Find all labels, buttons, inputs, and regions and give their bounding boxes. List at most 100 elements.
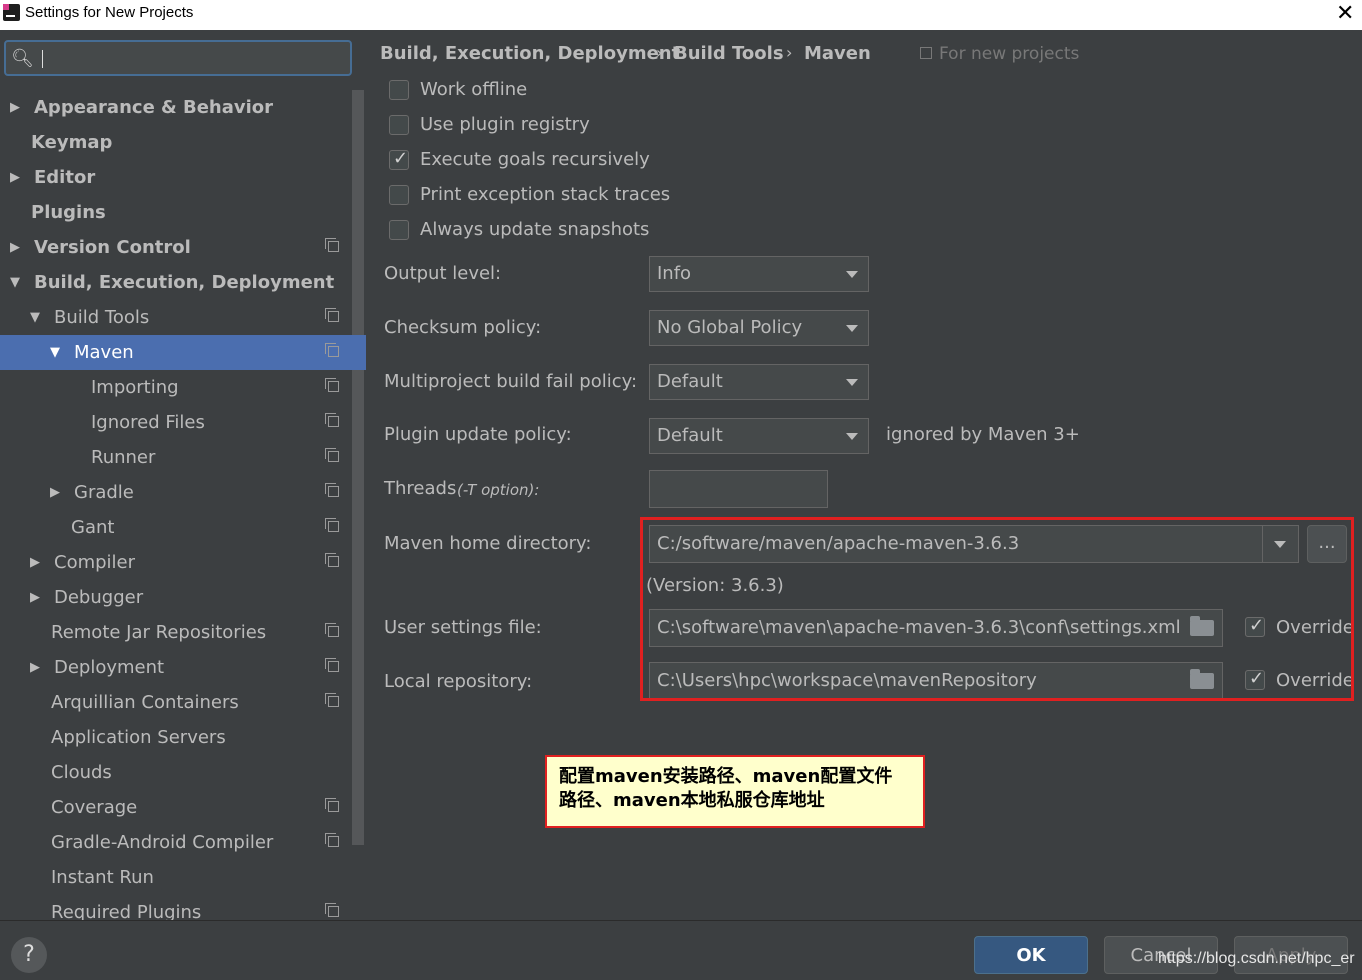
project-scope-icon <box>325 518 339 532</box>
sidebar-item-clouds[interactable]: Clouds <box>0 755 350 790</box>
project-scope-icon <box>325 343 339 357</box>
sidebar-item-application-servers[interactable]: Application Servers <box>0 720 350 755</box>
multiproject-fail-policy-value: Default <box>657 371 723 392</box>
output-level-select[interactable]: Info <box>649 256 869 292</box>
maven-home-label: Maven home directory: <box>384 533 592 554</box>
sidebar-item-label: Required Plugins <box>51 902 202 920</box>
sidebar-item-label: Importing <box>91 377 179 398</box>
sidebar-item-instant-run[interactable]: Instant Run <box>0 860 350 895</box>
ok-button[interactable]: OK <box>974 936 1088 974</box>
chevron-down-icon <box>846 379 858 386</box>
sidebar-item-editor[interactable]: ▶ Editor <box>0 160 350 195</box>
always-update-snapshots-label: Always update snapshots <box>420 219 650 240</box>
sidebar-item-label: Compiler <box>54 552 136 573</box>
collapsed-arrow-icon[interactable]: ▶ <box>30 545 40 580</box>
annotation-line-1: 配置maven安装路径、maven配置文件 <box>559 766 893 787</box>
collapsed-arrow-icon[interactable]: ▶ <box>30 580 40 615</box>
expanded-arrow-icon[interactable]: ▼ <box>30 300 40 335</box>
chevron-down-icon <box>846 271 858 278</box>
checksum-policy-select[interactable]: No Global Policy <box>649 310 869 346</box>
highlight-box <box>640 517 1354 701</box>
threads-input[interactable] <box>649 470 828 508</box>
work-offline-checkbox[interactable] <box>389 80 409 100</box>
sidebar-item-gradle[interactable]: ▶ Gradle <box>0 475 350 510</box>
sidebar-item-gant[interactable]: Gant <box>0 510 350 545</box>
close-icon[interactable]: ✕ <box>1336 0 1354 28</box>
plugin-update-policy-value: Default <box>657 425 723 446</box>
plugin-update-policy-select[interactable]: Default <box>649 418 869 454</box>
multiproject-fail-policy-select[interactable]: Default <box>649 364 869 400</box>
sidebar-item-required-plugins[interactable]: Required Plugins <box>0 895 350 920</box>
sidebar-item-label: Debugger <box>54 587 144 608</box>
sidebar-item-label: Coverage <box>51 797 138 818</box>
threads-label: Threads <box>384 478 457 499</box>
sidebar-item-label: Build Tools <box>54 307 150 328</box>
sidebar-item-label: Editor <box>34 167 96 188</box>
sidebar-item-label: Keymap <box>31 132 113 153</box>
threads-hint: (-T option): <box>457 481 540 499</box>
sidebar-item-label: Version Control <box>34 237 191 258</box>
sidebar-item-appearance-behavior[interactable]: ▶ Appearance & Behavior <box>0 90 350 125</box>
print-exception-stack-traces-label: Print exception stack traces <box>420 184 671 205</box>
settings-tree: ▶ Appearance & Behavior Keymap ▶ Editor Plugi… <box>0 0 366 920</box>
breadcrumb-separator: › <box>656 43 663 62</box>
project-scope-icon <box>325 798 339 812</box>
sidebar-item-label: Ignored Files <box>91 412 205 433</box>
project-scope-icon <box>325 658 339 672</box>
work-offline-label: Work offline <box>420 79 528 100</box>
project-scope-icon <box>325 553 339 567</box>
annotation-line-2: 路径、maven本地私服仓库地址 <box>559 790 825 811</box>
checksum-policy-value: No Global Policy <box>657 317 803 338</box>
sidebar-item-remote-jar-repositories[interactable]: Remote Jar Repositories <box>0 615 350 650</box>
always-update-snapshots-checkbox[interactable] <box>389 220 409 240</box>
sidebar-item-debugger[interactable]: ▶ Debugger <box>0 580 350 615</box>
sidebar-item-keymap[interactable]: Keymap <box>0 125 350 160</box>
collapsed-arrow-icon[interactable]: ▶ <box>50 475 60 510</box>
sidebar-item-label: Build, Execution, Deployment <box>34 272 335 293</box>
sidebar-item-maven[interactable]: ▼ Maven <box>0 335 366 370</box>
sidebar-item-ignored-files[interactable]: Ignored Files <box>0 405 350 440</box>
use-plugin-registry-label: Use plugin registry <box>420 114 590 135</box>
project-scope-icon <box>920 47 932 59</box>
project-scope-icon <box>325 903 339 917</box>
sidebar-item-plugins[interactable]: Plugins <box>0 195 350 230</box>
sidebar-item-label: Gradle-Android Compiler <box>51 832 274 853</box>
sidebar-item-version-control[interactable]: ▶ Version Control <box>0 230 350 265</box>
expanded-arrow-icon[interactable]: ▼ <box>10 265 20 300</box>
sidebar-item-label: Arquillian Containers <box>51 692 239 713</box>
checksum-policy-label: Checksum policy: <box>384 317 542 338</box>
sidebar-item-label: Appearance & Behavior <box>34 97 274 118</box>
sidebar-item-runner[interactable]: Runner <box>0 440 350 475</box>
breadcrumb-build-execution[interactable]: Build, Execution, Deployment <box>380 43 680 64</box>
multiproject-fail-policy-label: Multiproject build fail policy: <box>384 371 638 392</box>
sidebar-item-label: Deployment <box>54 657 165 678</box>
collapsed-arrow-icon[interactable]: ▶ <box>10 230 20 265</box>
project-scope-icon <box>325 238 339 252</box>
print-exception-stack-traces-checkbox[interactable] <box>389 185 409 205</box>
sidebar-item-compiler[interactable]: ▶ Compiler <box>0 545 350 580</box>
output-level-value: Info <box>657 263 692 284</box>
sidebar-item-importing[interactable]: Importing <box>0 370 350 405</box>
sidebar-item-arquillian-containers[interactable]: Arquillian Containers <box>0 685 350 720</box>
sidebar-item-label: Gradle <box>74 482 134 503</box>
sidebar-item-deployment[interactable]: ▶ Deployment <box>0 650 350 685</box>
collapsed-arrow-icon[interactable]: ▶ <box>30 650 40 685</box>
sidebar-item-gradle-android-compiler[interactable]: Gradle-Android Compiler <box>0 825 350 860</box>
help-button[interactable]: ? <box>11 937 47 973</box>
sidebar-item-build-execution-deployment[interactable]: ▼ Build, Execution, Deployment <box>0 265 350 300</box>
sidebar-item-coverage[interactable]: Coverage <box>0 790 350 825</box>
collapsed-arrow-icon[interactable]: ▶ <box>10 160 20 195</box>
sidebar-item-build-tools[interactable]: ▼ Build Tools <box>0 300 350 335</box>
expanded-arrow-icon[interactable]: ▼ <box>50 335 60 370</box>
sidebar-item-label: Runner <box>91 447 156 468</box>
execute-goals-recursively-label: Execute goals recursively <box>420 149 650 170</box>
plugin-update-note: ignored by Maven 3+ <box>886 424 1080 445</box>
collapsed-arrow-icon[interactable]: ▶ <box>10 90 20 125</box>
sidebar-item-label: Clouds <box>51 762 112 783</box>
breadcrumb-build-tools[interactable]: Build Tools <box>674 43 784 64</box>
plugin-update-policy-label: Plugin update policy: <box>384 424 572 445</box>
execute-goals-recursively-checkbox[interactable] <box>389 148 409 170</box>
breadcrumb-separator: › <box>786 43 793 62</box>
use-plugin-registry-checkbox[interactable] <box>389 115 409 135</box>
breadcrumb-maven: Maven <box>804 43 871 64</box>
